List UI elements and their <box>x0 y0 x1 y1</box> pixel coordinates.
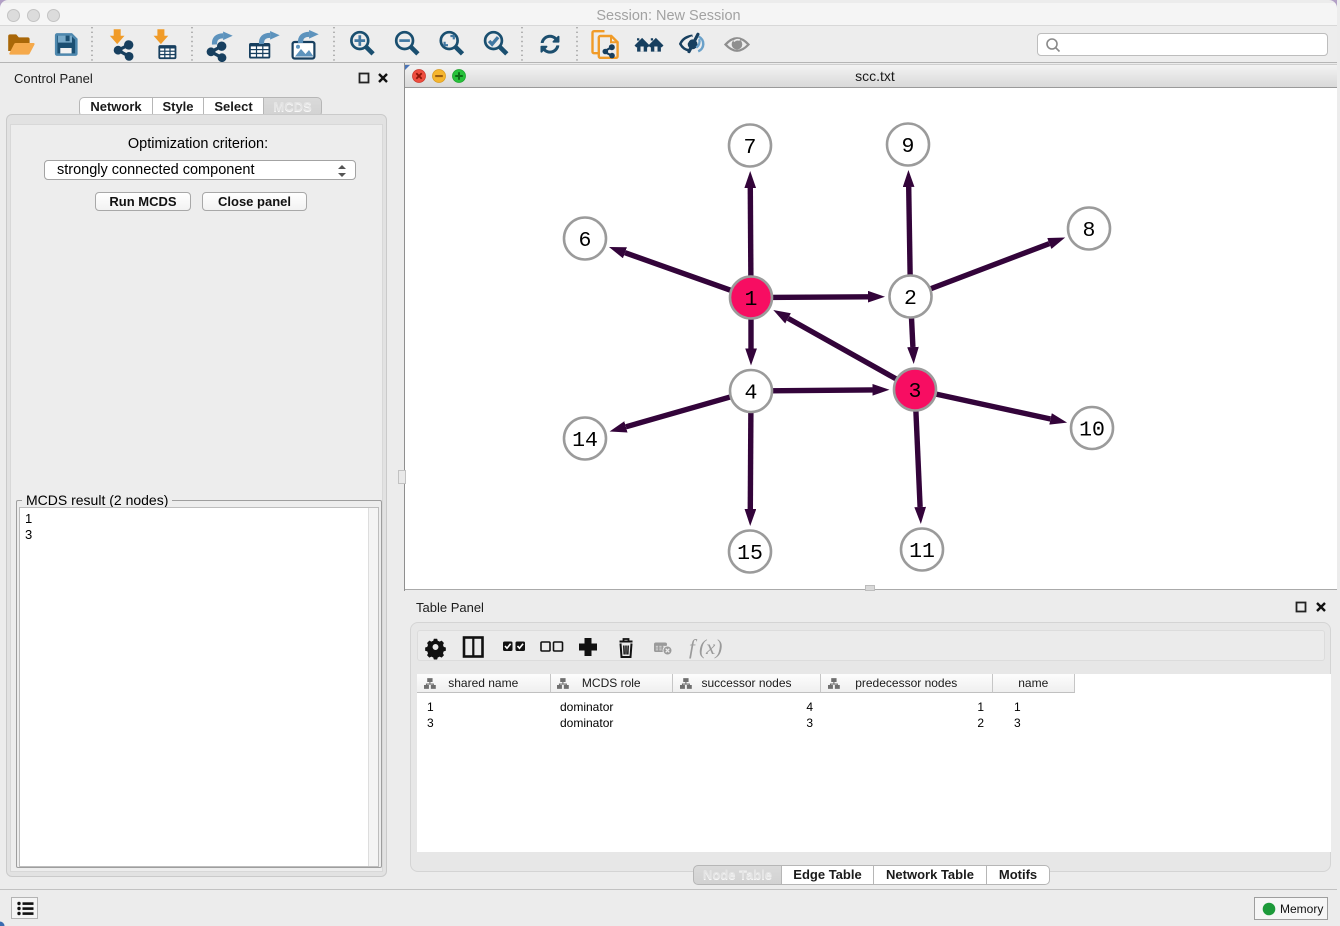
svg-text:9: 9 <box>902 135 915 159</box>
svg-text:f (x): f (x) <box>689 635 722 659</box>
svg-text:2: 2 <box>904 287 917 311</box>
svg-text:11: 11 <box>909 540 935 564</box>
svg-text:1: 1 <box>745 288 758 312</box>
svg-text:15: 15 <box>737 542 763 566</box>
svg-text:8: 8 <box>1083 219 1096 243</box>
svg-text:10: 10 <box>1079 418 1105 442</box>
svg-text:6: 6 <box>579 229 592 253</box>
svg-text:3: 3 <box>909 380 922 404</box>
svg-text:14: 14 <box>572 429 598 453</box>
svg-text:4: 4 <box>745 381 758 405</box>
svg-text:7: 7 <box>744 136 757 160</box>
